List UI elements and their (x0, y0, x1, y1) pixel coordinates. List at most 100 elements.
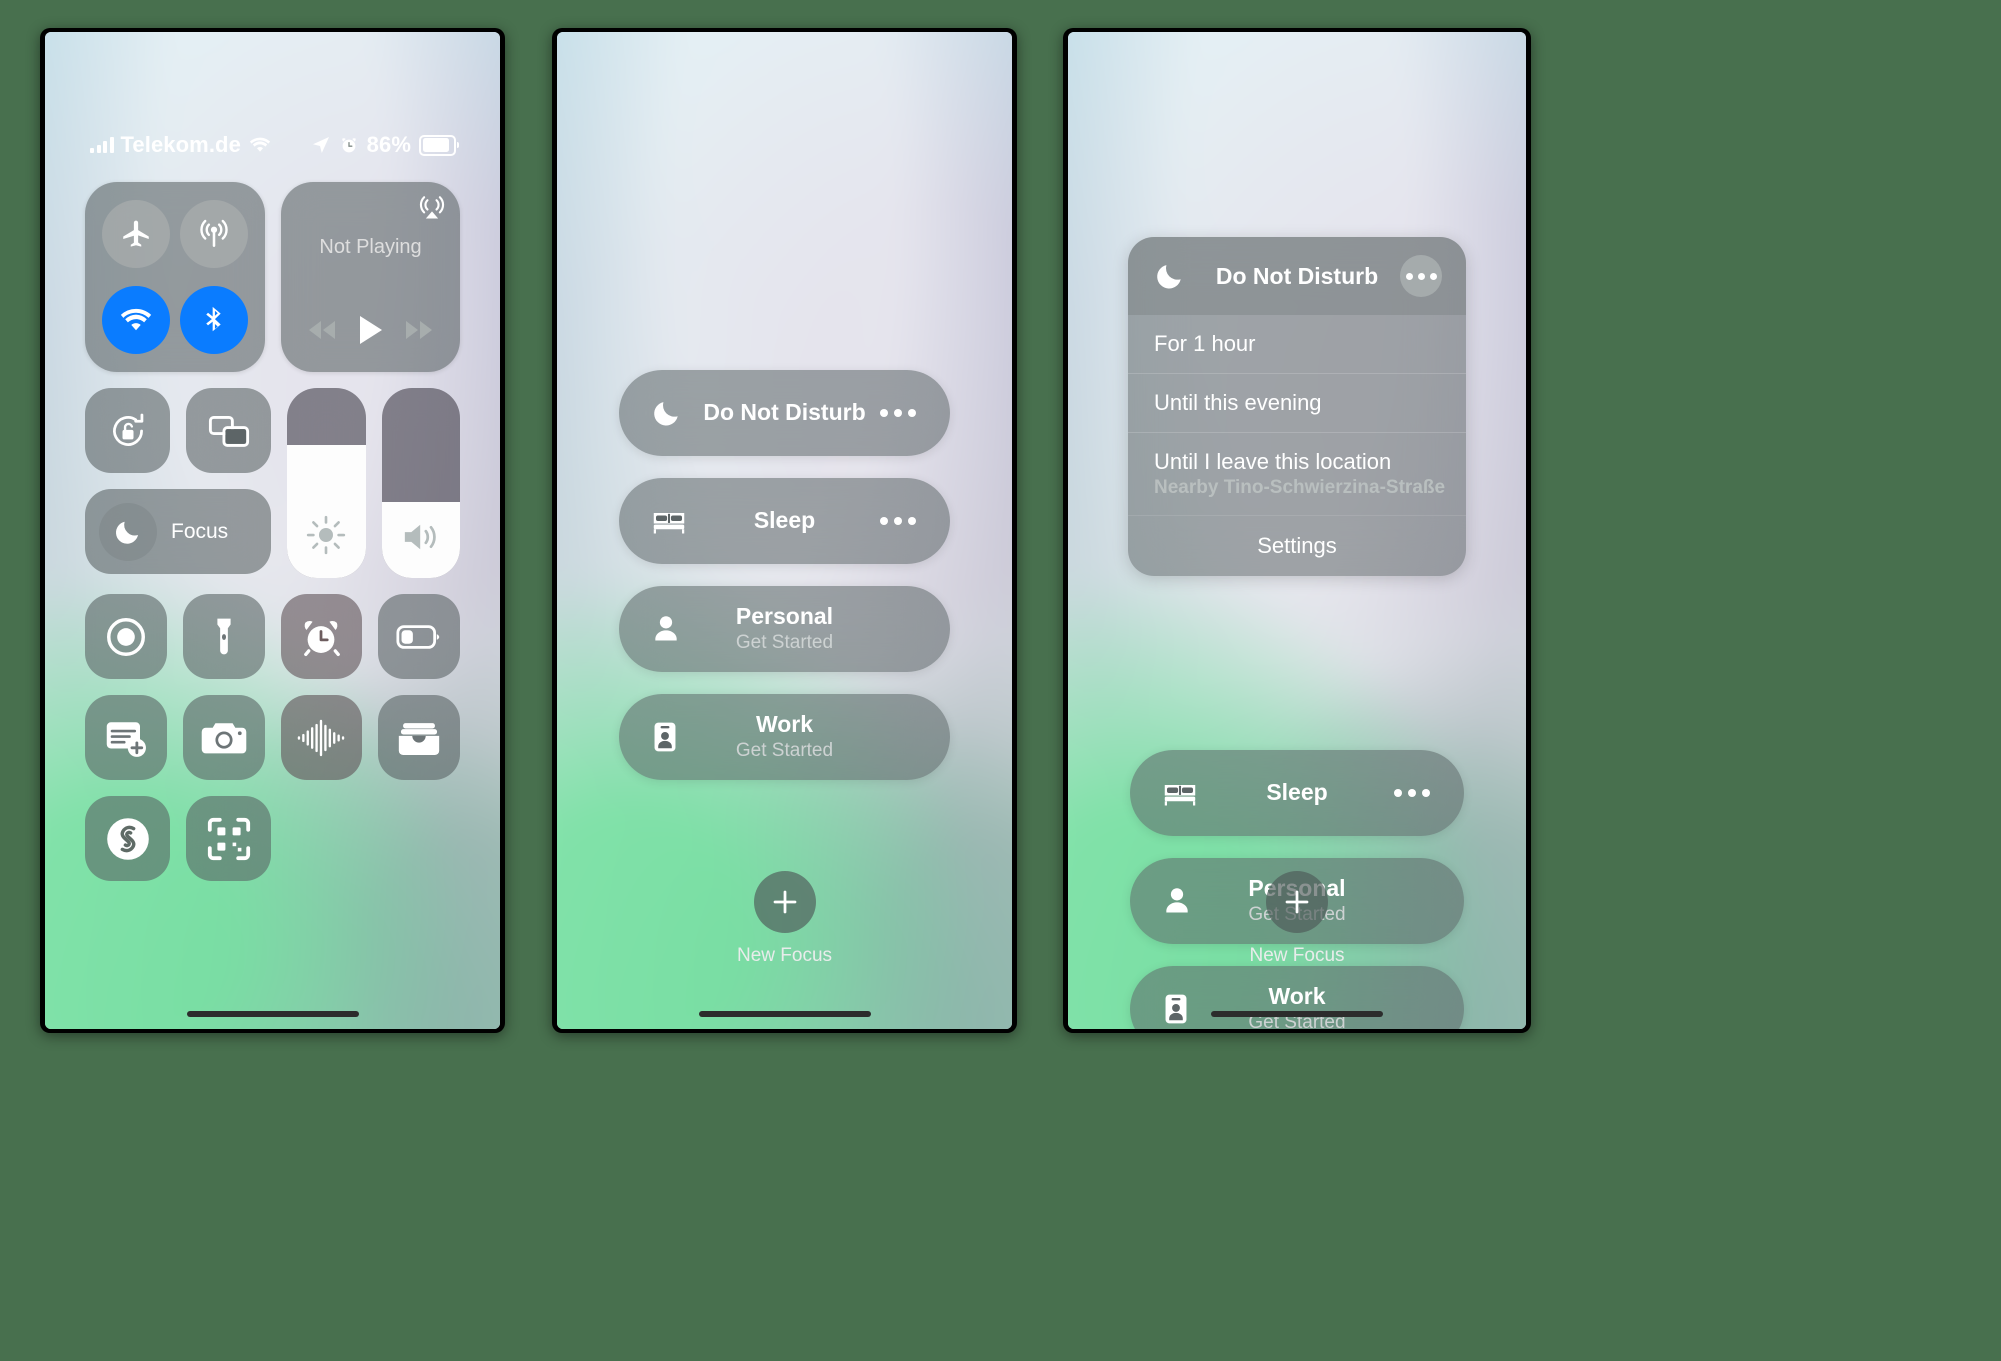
dnd-option-until-i-leave[interactable]: Until I leave this location Nearby Tino-… (1128, 432, 1466, 515)
dnd-expanded-card: Do Not Disturb For 1 hour Until this eve… (1128, 237, 1466, 576)
option-label: Until I leave this location (1154, 449, 1392, 474)
camera-icon (200, 719, 248, 757)
focus-row-work[interactable]: Work Get Started (1130, 966, 1464, 1029)
id-badge-icon (1162, 992, 1190, 1026)
option-label: Until this evening (1154, 390, 1322, 415)
focus-icon-circle (99, 502, 157, 561)
camera-tile[interactable] (182, 695, 265, 780)
dnd-option-for-1-hour[interactable]: For 1 hour (1128, 315, 1466, 373)
screen-mirroring-icon (207, 411, 251, 451)
brightness-slider[interactable] (287, 388, 366, 578)
screen-1: Telekom.de 86% Not Playing Focus (45, 32, 500, 1029)
airplane-mode-toggle[interactable] (102, 200, 170, 268)
airplane-icon (119, 217, 153, 251)
wallet-icon (396, 718, 442, 758)
carrier-label: Telekom.de (120, 132, 241, 157)
option-detail: Nearby Tino-Schwierzina-Straße (1154, 477, 1446, 498)
dnd-settings-button[interactable]: Settings (1128, 515, 1466, 576)
option-label: For 1 hour (1154, 331, 1256, 356)
wallet-tile[interactable] (378, 695, 460, 780)
focus-row-sleep[interactable]: Sleep (619, 478, 950, 564)
focus-row-sleep[interactable]: Sleep (1130, 750, 1464, 836)
home-indicator[interactable] (698, 1011, 871, 1017)
focus-options-list: Do Not Disturb Sleep Personal Get Starte… (557, 370, 1012, 802)
phone-control-center: Telekom.de 86% Not Playing Focus (40, 28, 505, 1033)
moon-icon (113, 517, 143, 547)
new-focus-button[interactable]: New Focus (557, 871, 1012, 967)
cellular-data-toggle[interactable] (180, 200, 249, 268)
voice-memos-tile[interactable] (280, 695, 363, 780)
alarm-clock-icon (339, 135, 359, 155)
battery-low-icon (396, 623, 442, 651)
new-focus-button[interactable]: New Focus (1068, 871, 1526, 967)
battery-percent-label: 86% (366, 132, 411, 157)
focus-row-work[interactable]: Work Get Started (619, 694, 950, 780)
dnd-option-until-this-evening[interactable]: Until this evening (1128, 373, 1466, 432)
ellipsis-icon[interactable] (1400, 255, 1442, 297)
bed-icon (651, 507, 687, 535)
speaker-waves-icon (382, 518, 461, 556)
dnd-card-header[interactable]: Do Not Disturb (1128, 237, 1466, 315)
bed-icon (1162, 779, 1198, 807)
cellular-antenna-icon (197, 217, 231, 251)
brightness-fill (287, 445, 366, 578)
moon-icon (1154, 260, 1186, 292)
rotation-lock-icon (106, 409, 150, 453)
code-scanner-tile[interactable] (186, 796, 271, 881)
phone-focus-list: Do Not Disturb Sleep Personal Get Starte… (552, 28, 1017, 1033)
phone-dnd-expanded: Do Not Disturb For 1 hour Until this eve… (1063, 28, 1531, 1033)
wifi-icon (118, 306, 154, 334)
new-focus-label: New Focus (736, 945, 833, 966)
plus-icon[interactable] (1266, 871, 1328, 933)
waveform-icon (296, 716, 346, 760)
new-focus-label: New Focus (1249, 945, 1345, 966)
sun-icon (287, 514, 366, 556)
ellipsis-icon[interactable] (880, 409, 916, 417)
ellipsis-icon[interactable] (880, 517, 916, 525)
status-bar: Telekom.de 86% (45, 128, 500, 162)
airplay-audio-icon[interactable] (416, 192, 448, 224)
shazam-icon (102, 813, 154, 865)
ellipsis-icon[interactable] (1394, 789, 1430, 797)
play-icon[interactable] (357, 314, 385, 346)
quick-note-tile[interactable] (85, 695, 167, 780)
alarm-tile[interactable] (280, 594, 363, 679)
home-indicator[interactable] (1211, 1011, 1383, 1017)
focus-label: Focus (171, 519, 229, 543)
screen-record-tile[interactable] (85, 594, 167, 679)
location-arrow-icon (311, 135, 331, 155)
home-indicator[interactable] (186, 1011, 359, 1017)
id-badge-icon (651, 720, 679, 754)
qr-code-icon (205, 815, 253, 863)
bluetooth-icon (198, 304, 230, 336)
wifi-toggle[interactable] (102, 286, 170, 354)
alarm-clock-icon (299, 615, 343, 659)
volume-slider[interactable] (381, 388, 461, 578)
shazam-tile[interactable] (85, 796, 170, 881)
flashlight-tile[interactable] (182, 594, 265, 679)
focus-row-personal[interactable]: Personal Get Started (619, 586, 950, 672)
control-center-grid: Not Playing Focus (85, 182, 460, 881)
note-add-icon (103, 717, 149, 759)
battery-icon (419, 134, 459, 156)
bluetooth-toggle[interactable] (180, 286, 249, 354)
focus-tile[interactable]: Focus (85, 489, 271, 574)
rotation-lock-toggle[interactable] (85, 388, 170, 473)
dnd-title: Do Not Disturb (1215, 262, 1379, 289)
screen-3: Do Not Disturb For 1 hour Until this eve… (1068, 32, 1526, 1029)
fast-forward-icon[interactable] (400, 319, 436, 341)
screen-record-icon (103, 614, 149, 660)
media-title: Not Playing (319, 236, 422, 258)
media-playback-module[interactable]: Not Playing (281, 182, 460, 372)
focus-row-do-not-disturb[interactable]: Do Not Disturb (619, 370, 950, 456)
rewind-icon[interactable] (305, 319, 341, 341)
screenshot-stage: Telekom.de 86% Not Playing Focus Do Not … (0, 0, 2001, 1361)
person-icon (651, 613, 681, 645)
flashlight-icon (203, 615, 245, 659)
plus-icon[interactable] (753, 871, 816, 933)
screen-2: Do Not Disturb Sleep Personal Get Starte… (557, 32, 1012, 1029)
low-power-mode-tile[interactable] (378, 594, 460, 679)
screen-mirroring-toggle[interactable] (186, 388, 271, 473)
cellular-bars-icon (90, 137, 114, 153)
connectivity-module (85, 182, 266, 372)
